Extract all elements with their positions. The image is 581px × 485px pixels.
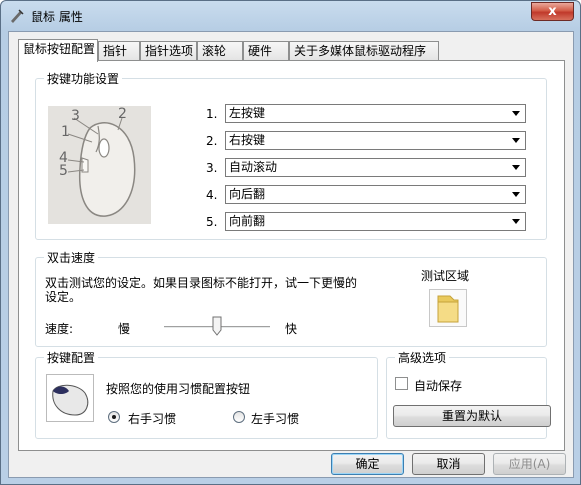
mouse-properties-window: 鼠标 属性 x 鼠标按钮配置 指针 指针选项 滚轮 硬件 关于多媒体鼠标驱动程序… xyxy=(0,0,581,485)
tab-pointer-options[interactable]: 指针选项 xyxy=(140,41,197,61)
button-5-select[interactable]: 向前翻 xyxy=(225,212,526,231)
reset-default-button[interactable]: 重置为默认 xyxy=(393,405,551,427)
double-click-description: 双击测试您的设定。如果目录图标不能打开，试一下更慢的 xyxy=(45,276,358,290)
button-functions-group: 按键功能设置 1 2 3 4 5 1. 左按键 2. 右按键 3. 自动滚动 4… xyxy=(35,70,547,240)
button-2-select[interactable]: 右按键 xyxy=(225,131,526,150)
title-bar[interactable]: 鼠标 属性 x xyxy=(1,1,580,31)
double-click-group: 双击速度 双击测试您的设定。如果目录图标不能打开，试一下更慢的 设定。 测试区域… xyxy=(35,249,547,347)
right-hand-radio[interactable] xyxy=(108,411,120,423)
tab-label: 指针选项 xyxy=(145,44,194,58)
tab-label: 鼠标按钮配置 xyxy=(23,42,96,56)
left-hand-radio[interactable] xyxy=(233,411,245,423)
chevron-down-icon[interactable] xyxy=(509,160,524,175)
row-number: 5. xyxy=(206,215,218,229)
tab-about-driver[interactable]: 关于多媒体鼠标驱动程序 xyxy=(289,41,439,61)
button-label: 重置为默认 xyxy=(441,409,502,423)
row-number: 3. xyxy=(206,161,218,175)
ok-button[interactable]: 确定 xyxy=(331,453,404,475)
apply-button[interactable]: 应用(A) xyxy=(493,453,566,475)
tab-wheel[interactable]: 滚轮 xyxy=(197,41,243,61)
select-value: 左按键 xyxy=(229,106,266,120)
button-1-select[interactable]: 左按键 xyxy=(225,104,526,123)
row-number: 2. xyxy=(206,134,218,148)
fast-label: 快 xyxy=(285,322,298,336)
button-3-select[interactable]: 自动滚动 xyxy=(225,158,526,177)
tab-label: 指针 xyxy=(103,44,128,58)
tab-label: 滚轮 xyxy=(202,44,227,58)
chevron-down-icon[interactable] xyxy=(509,214,524,229)
group-title: 高级选项 xyxy=(395,349,450,366)
chevron-down-icon[interactable] xyxy=(509,106,524,121)
autosave-label[interactable]: 自动保存 xyxy=(414,377,462,394)
tab-hardware[interactable]: 硬件 xyxy=(243,41,289,61)
select-value: 向前翻 xyxy=(229,214,266,228)
slow-label: 慢 xyxy=(118,322,131,336)
mouse-app-icon xyxy=(11,9,24,23)
right-hand-label[interactable]: 右手习惯 xyxy=(128,410,176,427)
diagram-label-3: 3 xyxy=(71,108,80,124)
chevron-down-icon[interactable] xyxy=(509,133,524,148)
tab-label: 硬件 xyxy=(248,44,273,58)
group-title: 按键配置 xyxy=(44,349,99,366)
mouse-hand-image xyxy=(46,374,94,422)
button-label: 确定 xyxy=(355,457,380,471)
group-title: 按键功能设置 xyxy=(44,70,123,87)
close-icon: x xyxy=(548,4,557,19)
diagram-label-1: 1 xyxy=(61,124,70,140)
tab-pointer[interactable]: 指针 xyxy=(98,41,140,61)
diagram-label-5: 5 xyxy=(59,163,68,179)
window-title: 鼠标 属性 xyxy=(31,10,83,24)
tab-button-config[interactable]: 鼠标按钮配置 xyxy=(18,39,98,62)
autosave-checkbox[interactable] xyxy=(395,377,408,390)
select-value: 自动滚动 xyxy=(229,160,278,174)
test-folder[interactable] xyxy=(429,289,467,327)
button-config-group: 按键配置 按照您的使用习惯配置按钮 右手习惯 左手习惯 xyxy=(35,349,378,439)
chevron-down-icon[interactable] xyxy=(509,187,524,202)
dialog-client: 鼠标按钮配置 指针 指针选项 滚轮 硬件 关于多媒体鼠标驱动程序 按键功能设置 xyxy=(8,31,574,478)
row-number: 1. xyxy=(206,107,218,121)
group-title: 双击速度 xyxy=(44,249,99,266)
folder-icon xyxy=(437,295,459,323)
left-hand-label[interactable]: 左手习惯 xyxy=(251,410,299,427)
speed-label: 速度: xyxy=(45,322,74,336)
select-value: 向后翻 xyxy=(229,187,266,201)
button-4-select[interactable]: 向后翻 xyxy=(225,185,526,204)
button-config-description: 按照您的使用习惯配置按钮 xyxy=(106,382,251,396)
test-area-label: 测试区域 xyxy=(421,269,470,283)
mouse-diagram-image: 1 2 3 4 5 xyxy=(48,106,151,224)
advanced-group: 高级选项 自动保存 重置为默认 xyxy=(386,349,551,439)
diagram-label-2: 2 xyxy=(118,106,127,122)
tab-panel: 按键功能设置 1 2 3 4 5 1. 左按键 2. 右按键 3. 自动滚动 4… xyxy=(18,60,565,451)
mouse-icon xyxy=(52,384,89,416)
select-value: 右按键 xyxy=(229,133,266,147)
close-button[interactable]: x xyxy=(531,2,574,21)
button-label: 应用(A) xyxy=(508,457,551,471)
speed-slider-thumb[interactable] xyxy=(212,316,222,336)
row-number: 4. xyxy=(206,188,218,202)
cancel-button[interactable]: 取消 xyxy=(412,453,485,475)
button-label: 取消 xyxy=(436,457,461,471)
tab-label: 关于多媒体鼠标驱动程序 xyxy=(294,44,427,58)
double-click-description-cont: 设定。 xyxy=(45,290,82,304)
